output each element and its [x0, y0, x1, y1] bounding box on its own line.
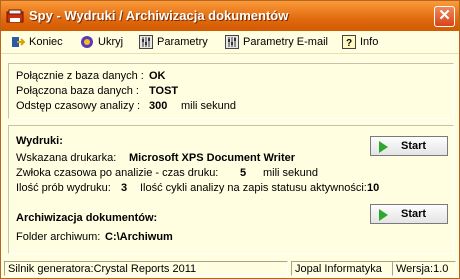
menu-item-parametry-email[interactable]: Parametry E-mail — [225, 34, 328, 50]
delay-unit: mili sekund — [263, 167, 319, 179]
prints-start-button[interactable]: Start — [370, 136, 448, 156]
delay-label: Zwłoka czasowa po analizie - czas druku: — [16, 167, 219, 179]
app-icon — [6, 9, 24, 23]
play-icon — [379, 209, 388, 221]
connection-value: OK — [149, 70, 166, 82]
printer-label: Wskazana drukarka: — [16, 152, 117, 164]
folder-label: Folder archiwum: — [16, 231, 101, 243]
svg-text:?: ? — [346, 38, 352, 49]
window-title: Spy - Wydruki / Archiwizacja dokumentów — [29, 8, 289, 23]
title-bar[interactable]: Spy - Wydruki / Archiwizacja dokumentów … — [1, 1, 459, 31]
tries-value: 3 — [121, 182, 128, 194]
menu-item-info[interactable]: ? Info — [342, 34, 378, 50]
close-button[interactable]: ✕ — [434, 6, 455, 27]
delay-value: 5 — [240, 167, 247, 179]
exit-icon — [12, 37, 25, 48]
menu-item-ukryj[interactable]: Ukryj — [80, 34, 123, 50]
menu-item-parametry[interactable]: Parametry — [139, 34, 208, 50]
menu-bar: Koniec Ukryj Parametry Parametry E-mail — [1, 31, 459, 54]
interval-label: Odstęp czasowy analizy : — [16, 100, 141, 112]
status-version: Wersja:1.0 — [392, 261, 456, 276]
menu-label: Parametry — [157, 36, 208, 48]
parameters-icon — [139, 35, 153, 50]
database-label: Połączona baza danych : — [16, 85, 139, 97]
database-value: TOST — [149, 85, 179, 97]
menu-label: Parametry E-mail — [243, 36, 328, 48]
menu-label: Ukryj — [98, 36, 124, 48]
hide-icon — [81, 36, 93, 49]
status-engine: Silnik generatora:Crystal Reports 2011 — [4, 261, 288, 276]
tries-label: Ilość prób wydruku: — [16, 182, 111, 194]
start-label: Start — [401, 208, 427, 220]
status-bar: Silnik generatora:Crystal Reports 2011 J… — [1, 259, 459, 278]
cycles-label: Ilość cykli analizy na zapis statusu akt… — [140, 182, 367, 194]
play-icon — [379, 141, 388, 153]
email-parameters-icon — [225, 35, 239, 50]
interval-unit: mili sekund — [181, 100, 237, 112]
folder-value: C:\Archiwum — [105, 231, 173, 243]
main-window: Spy - Wydruki / Archiwizacja dokumentów … — [0, 0, 460, 279]
info-icon: ? — [342, 35, 356, 50]
archive-heading: Archiwizacja dokumentów: — [16, 212, 158, 224]
interval-value: 300 — [149, 100, 168, 112]
start-label: Start — [401, 140, 427, 152]
menu-item-koniec[interactable]: Koniec — [11, 34, 63, 50]
close-icon: ✕ — [438, 7, 451, 24]
archive-start-button[interactable]: Start — [370, 204, 448, 224]
prints-heading: Wydruki: — [16, 135, 63, 147]
printer-value: Microsoft XPS Document Writer — [129, 152, 296, 164]
menu-label: Info — [360, 36, 379, 48]
menu-label: Koniec — [29, 36, 63, 48]
cycles-value: 10 — [367, 182, 380, 194]
connection-label: Połącznie z baza danych : — [16, 70, 144, 82]
